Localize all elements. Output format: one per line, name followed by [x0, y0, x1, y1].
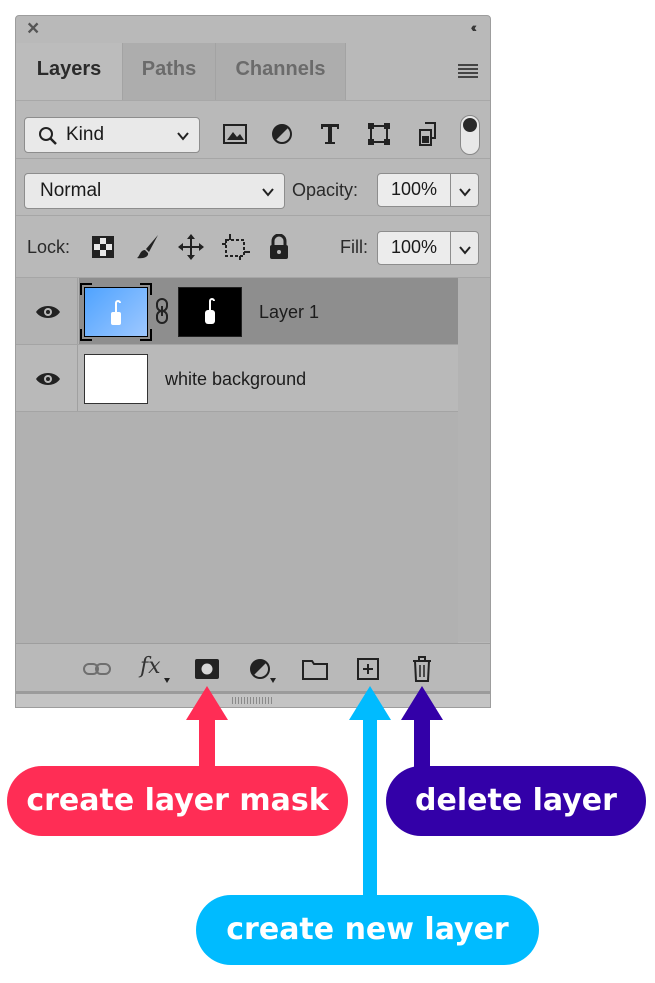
chevron-down-icon: [177, 132, 189, 141]
delete-callout-arrow: [401, 686, 443, 770]
layers-empty-area: [16, 412, 458, 643]
lock-artboard-icon[interactable]: [221, 233, 251, 261]
new-layer-callout-arrow: [349, 686, 391, 904]
filter-toggle-icon[interactable]: [460, 115, 480, 155]
adjustment-dropdown-icon: [270, 678, 276, 683]
eye-icon: [36, 306, 60, 318]
chevron-down-icon: [262, 188, 274, 197]
layers-scrollbar[interactable]: [458, 278, 490, 642]
fx-dropdown-icon: [164, 678, 170, 683]
opacity-input[interactable]: 100%: [377, 173, 451, 207]
adjustment-layer-icon[interactable]: [249, 658, 271, 680]
mask-callout-arrow: [186, 686, 228, 770]
search-icon: [39, 127, 57, 145]
tab-channels[interactable]: Channels: [216, 43, 346, 100]
link-layers-icon[interactable]: [82, 661, 112, 677]
layer-thumbnail[interactable]: [84, 354, 148, 404]
fill-dropdown-button[interactable]: [451, 231, 479, 265]
kind-filter-select[interactable]: Kind: [24, 117, 200, 153]
tab-layers[interactable]: Layers: [16, 43, 123, 100]
new-layer-icon[interactable]: [356, 657, 380, 681]
shape-filter-icon[interactable]: [367, 122, 391, 146]
visibility-toggle[interactable]: [16, 345, 78, 411]
layer-name[interactable]: white background: [165, 369, 306, 390]
chevron-down-icon: [459, 246, 471, 255]
blend-row: Normal Opacity: 100%: [16, 159, 490, 216]
layer-name[interactable]: Layer 1: [259, 302, 319, 323]
fill-label: Fill:: [340, 237, 368, 257]
link-icon[interactable]: [155, 297, 169, 325]
add-mask-icon[interactable]: [194, 658, 220, 680]
layers-panel: × ‹‹ Layers Paths Channels Kind Normal O…: [15, 15, 491, 708]
image-filter-icon[interactable]: [223, 123, 247, 145]
layer-row-white-background[interactable]: white background: [16, 345, 458, 412]
kind-filter-value: Kind: [66, 124, 105, 145]
lock-row: Lock: Fill: 100%: [16, 216, 490, 278]
lock-image-pixels-icon[interactable]: [136, 234, 160, 260]
chevron-down-icon: [459, 188, 471, 197]
create-layer-mask-callout: create layer mask: [7, 766, 348, 836]
lock-transparent-pixels-icon[interactable]: [92, 236, 114, 258]
layer-row-layer-1[interactable]: Layer 1: [16, 278, 458, 345]
panel-titlebar: × ‹‹: [16, 16, 490, 42]
lock-all-icon[interactable]: [268, 234, 290, 260]
opacity-dropdown-button[interactable]: [451, 173, 479, 207]
folder-icon[interactable]: [302, 658, 328, 680]
filter-row: Kind: [16, 101, 490, 159]
layer-mask-thumbnail[interactable]: [178, 287, 242, 337]
blend-mode-value: Normal: [40, 180, 102, 201]
visibility-toggle[interactable]: [16, 278, 78, 344]
type-filter-icon[interactable]: [319, 122, 341, 146]
fx-icon[interactable]: fx: [140, 654, 161, 679]
mask-shape-icon: [205, 298, 215, 324]
lock-position-icon[interactable]: [177, 233, 205, 261]
panel-menu-icon[interactable]: [458, 64, 478, 80]
opacity-label: Opacity:: [292, 180, 359, 200]
adjustment-filter-icon[interactable]: [271, 123, 293, 145]
collapse-icon[interactable]: ‹‹: [471, 19, 478, 35]
thumbnail-selection-corners: [80, 283, 152, 341]
create-new-layer-callout: create new layer: [196, 895, 539, 965]
blend-mode-select[interactable]: Normal: [24, 173, 285, 209]
smart-object-filter-icon[interactable]: [417, 122, 439, 146]
delete-layer-callout: delete layer: [386, 766, 646, 836]
eye-icon: [36, 373, 60, 385]
panel-tabs: Layers Paths Channels: [16, 43, 490, 101]
layers-bottom-bar: fx: [16, 643, 490, 692]
tab-paths[interactable]: Paths: [123, 43, 216, 100]
fill-input[interactable]: 100%: [377, 231, 451, 265]
lock-label: Lock:: [27, 237, 71, 257]
trash-icon[interactable]: [411, 656, 433, 682]
close-icon[interactable]: ×: [27, 17, 39, 41]
